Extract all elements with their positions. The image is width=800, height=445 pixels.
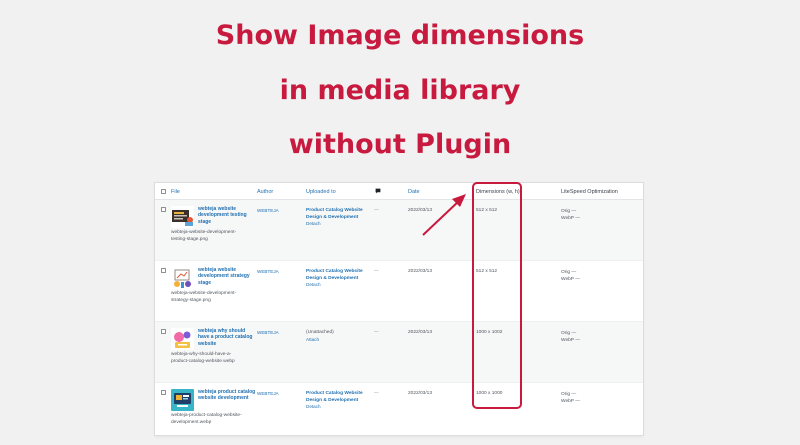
select-all-checkbox[interactable] — [161, 189, 166, 194]
file-title-link[interactable]: webteja why should have a product catalo… — [198, 328, 256, 347]
orig-status: Orig — — [561, 209, 577, 214]
column-file[interactable]: File — [171, 189, 180, 195]
webp-status: WebP — — [561, 216, 581, 222]
litespeed-status: Orig — WebP — — [561, 391, 580, 405]
table-row: webteja website development testing stag… — [155, 200, 643, 261]
webp-status: WebP — — [561, 338, 581, 344]
table-row: webteja why should have a product catalo… — [155, 322, 643, 383]
file-title-link[interactable]: webteja website development strategy sta… — [198, 267, 256, 286]
author-link[interactable]: WEBTEJA — [257, 269, 279, 274]
headline-line-2: in media library — [279, 75, 521, 106]
upload-date: 2022/03/13 — [408, 208, 433, 213]
author-link[interactable]: WEBTEJA — [257, 208, 279, 213]
webp-status: WebP — — [561, 277, 581, 283]
row-checkbox[interactable] — [161, 329, 166, 334]
comment-count: — — [374, 208, 379, 213]
attach-link[interactable]: Attach — [306, 337, 319, 342]
detach-link[interactable]: Detach — [306, 404, 321, 409]
detach-link[interactable]: Detach — [306, 221, 321, 226]
table-row: webteja product catalog website developm… — [155, 383, 643, 435]
upload-date: 2022/03/13 — [408, 391, 433, 396]
uploaded-to-link[interactable]: Product Catalog Website Design & Develop… — [306, 269, 366, 282]
uploaded-to-link[interactable]: Product Catalog Website Design & Develop… — [306, 391, 366, 404]
column-author[interactable]: Author — [257, 189, 273, 195]
orig-status: Orig — — [561, 270, 577, 275]
column-litespeed-optimization: LiteSpeed Optimization — [561, 189, 618, 195]
comment-count: — — [374, 391, 379, 396]
litespeed-status: Orig — WebP — — [561, 208, 580, 222]
orig-status: Orig — — [561, 392, 577, 397]
table-row: webteja website development strategy sta… — [155, 261, 643, 322]
column-uploaded-to[interactable]: Uploaded to — [306, 189, 336, 195]
row-checkbox[interactable] — [161, 207, 166, 212]
file-title-link[interactable]: webteja website development testing stag… — [198, 206, 256, 225]
upload-date: 2022/03/13 — [408, 330, 433, 335]
file-name: webteja-website-development-testing-stag… — [171, 230, 237, 242]
headline-line-3: without Plugin — [288, 129, 512, 160]
file-title-link[interactable]: webteja product catalog website developm… — [198, 389, 256, 402]
author-link[interactable]: WEBTEJA — [257, 391, 279, 396]
orig-status: Orig — — [561, 331, 577, 336]
webp-status: WebP — — [561, 399, 581, 405]
file-name: webteja-product-catalog-website-developm… — [171, 413, 242, 425]
uploaded-to-link[interactable]: Product Catalog Website Design & Develop… — [306, 208, 366, 221]
row-checkbox[interactable] — [161, 390, 166, 395]
thumbnail-image[interactable] — [171, 389, 194, 411]
author-link[interactable]: WEBTEJA — [257, 330, 279, 335]
litespeed-status: Orig — WebP — — [561, 330, 580, 344]
dimensions-highlight-box — [472, 182, 522, 409]
thumbnail-image[interactable] — [171, 267, 194, 289]
row-checkbox[interactable] — [161, 268, 166, 273]
column-date[interactable]: Date — [408, 189, 420, 195]
comment-count: — — [374, 269, 379, 274]
detach-link[interactable]: Detach — [306, 282, 321, 287]
thumbnail-image[interactable] — [171, 206, 194, 228]
media-library-table: File Author Uploaded to Date Dimensions … — [155, 183, 643, 435]
file-name: webteja-website-development-strategy-sta… — [171, 291, 237, 303]
comment-count: — — [374, 330, 379, 335]
litespeed-status: Orig — WebP — — [561, 269, 580, 283]
table-header: File Author Uploaded to Date Dimensions … — [155, 183, 643, 200]
headline-line-1: Show Image dimensions — [215, 20, 585, 51]
thumbnail-image[interactable] — [171, 328, 194, 350]
comment-bubble-icon[interactable] — [375, 188, 381, 196]
upload-date: 2022/03/13 — [408, 269, 433, 274]
uploaded-to-status: (Unattached) — [306, 330, 334, 335]
file-name: webteja-why-should-have-a-product-catalo… — [171, 352, 235, 364]
